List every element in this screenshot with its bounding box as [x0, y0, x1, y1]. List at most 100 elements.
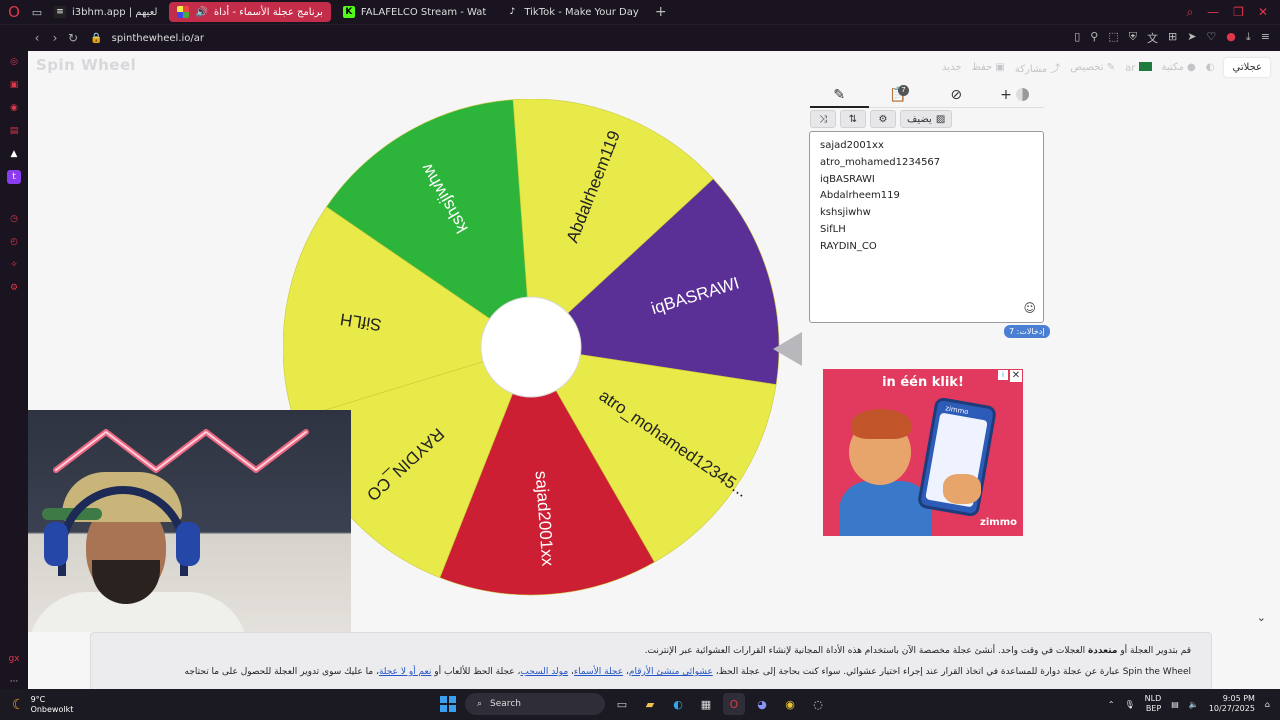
add-image-label: يضيف [907, 113, 932, 125]
more-icon[interactable]: ··· [7, 675, 21, 689]
search-tabs-icon[interactable]: ⌕ [1186, 5, 1193, 20]
tab-add-wheel[interactable]: + [986, 84, 1045, 108]
save-button[interactable]: ▣ حفظ [972, 62, 1005, 73]
yes-no-wheel-link[interactable]: نعم أو لا عجلة [379, 667, 431, 677]
tab-kick[interactable]: K FALAFELCO Stream - Wat [335, 2, 494, 22]
new-button[interactable]: جديد [942, 62, 961, 73]
site-logo[interactable]: Spin Wheel [36, 56, 136, 74]
search-label: Search [490, 699, 521, 709]
share-button[interactable]: ⤴ مشاركة [1015, 60, 1060, 75]
emoji-icon[interactable]: ☺ [1023, 300, 1036, 317]
menu-icon[interactable]: ≡ [1261, 30, 1270, 46]
player-icon[interactable]: ◷ [7, 212, 21, 226]
send-icon[interactable]: ➤ [1187, 30, 1196, 46]
tab-spinthewheel[interactable]: 🔊 برنامج عجلة الأسماء - أداة [169, 2, 331, 22]
tab-menu-icon[interactable]: ▭ [28, 6, 46, 19]
clock-date: 10/27/2025 [1208, 704, 1255, 713]
twitch-icon[interactable]: t [7, 170, 21, 184]
my-wheels-button[interactable]: عجلاتي [1224, 58, 1270, 77]
heart-icon[interactable]: ♡ [1206, 30, 1216, 46]
bag-icon[interactable]: ▣ [7, 78, 21, 92]
tab-label: TikTok - Make Your Day [524, 6, 639, 18]
microphone-icon[interactable]: 🎙 [1125, 700, 1135, 709]
download-icon[interactable]: ⤓ [1246, 30, 1251, 46]
chrome-icon[interactable]: ◉ [779, 693, 801, 715]
history-icon[interactable]: ◴ [7, 235, 21, 249]
tab-results[interactable]: 📋 7 [869, 84, 928, 108]
language-label: ar [1125, 62, 1136, 74]
network-icon[interactable]: ▤ [1171, 700, 1179, 709]
settings-button[interactable]: ⚙ [870, 110, 896, 128]
language-button[interactable]: ar [1125, 61, 1152, 74]
customize-button[interactable]: ✎ تخصيص [1070, 62, 1115, 73]
obs-icon[interactable]: ◌ [807, 693, 829, 715]
new-tab-icon[interactable]: + [651, 4, 671, 20]
aria-icon[interactable]: ◎ [7, 55, 21, 69]
ad-character-body [839, 481, 931, 536]
store-icon[interactable]: ▦ [695, 693, 717, 715]
shuffle-button[interactable]: ⤨ [810, 110, 836, 128]
spin-wheel[interactable]: iqBASRAWIatro_mohamed12345...sajad2001xx… [283, 99, 783, 599]
wheel-center-button[interactable] [480, 296, 582, 398]
url-text: spinthewheel.io/ar [111, 32, 205, 44]
reload-icon[interactable]: ↻ [64, 31, 82, 45]
search-icon: ⌕ [477, 699, 483, 709]
maximize-icon[interactable]: ❐ [1233, 5, 1244, 20]
notification-icon[interactable]: ⌂ [1265, 700, 1270, 709]
settings-icon[interactable]: ⚙ [7, 281, 21, 295]
sort-button[interactable]: ⇅ [840, 110, 866, 128]
bookmarks-icon[interactable]: ✧ [7, 258, 21, 272]
translate-icon[interactable]: 文 [1147, 30, 1158, 46]
edge-icon[interactable]: ◐ [667, 693, 689, 715]
tab-i3bhm[interactable]: ≡ i3bhm.app | لعيهم [46, 2, 165, 22]
apps-icon[interactable]: ⊞ [1168, 30, 1177, 46]
clock[interactable]: 9:05 PM 10/27/2025 [1209, 694, 1255, 714]
entries-textarea[interactable]: sajad2001xx atro_mohamed1234567 iqBASRAW… [809, 131, 1044, 323]
back-icon[interactable]: ‹ [28, 31, 46, 45]
pencil-icon: ✎ [1106, 62, 1116, 73]
snapshot-icon[interactable]: ⬚ [1108, 30, 1118, 46]
file-explorer-icon[interactable]: ▰ [639, 693, 661, 715]
theme-toggle-icon[interactable]: ◐ [1206, 62, 1215, 73]
lock-icon: 🔒 [90, 32, 103, 44]
url-field[interactable]: 🔒 spinthewheel.io/ar [90, 33, 204, 44]
tab-hide[interactable]: ⊘ [927, 84, 986, 108]
forward-icon[interactable]: › [46, 31, 64, 45]
mail-icon[interactable]: ▤ [7, 124, 21, 138]
gallery-button[interactable]: ● مكتبة [1162, 62, 1196, 73]
speaker-icon[interactable]: 🔊 [195, 7, 207, 18]
close-window-icon[interactable]: ✕ [1258, 5, 1268, 20]
tab-edit-entries[interactable]: ✎ [810, 84, 869, 108]
description-text: قم بتدوير العجلة أو [1117, 646, 1191, 656]
pencil-icon: ✎ [833, 86, 846, 103]
volume-icon[interactable]: 🔈 [1189, 700, 1199, 709]
shuffle-icon: ⤨ [819, 113, 827, 125]
tray-expand-icon[interactable]: ⌃ [1108, 700, 1115, 709]
messenger-icon[interactable]: ◉ [7, 101, 21, 115]
ad-info-icon[interactable]: i [998, 370, 1008, 380]
ad-close-icon[interactable]: ✕ [1010, 370, 1022, 382]
gx-icon[interactable]: gx [7, 652, 21, 666]
language-indicator[interactable]: NLD BEP [1145, 694, 1162, 714]
windows-start-icon[interactable] [437, 693, 459, 715]
add-image-button[interactable]: يضيف ▨ [900, 110, 953, 128]
raffle-generator-link[interactable]: مولد السحب [520, 667, 568, 677]
chevron-down-icon[interactable]: ⌄ [1257, 611, 1266, 624]
name-wheel-link[interactable]: عجلة الأسماء [574, 667, 623, 677]
shield-icon[interactable]: ⛨ [1129, 30, 1137, 46]
discord-icon[interactable]: ◕ [751, 693, 773, 715]
aria-ai-icon[interactable]: ▲ [7, 147, 21, 161]
random-number-link[interactable]: عشوائي منشئ الأرقام [629, 667, 713, 677]
minimize-icon[interactable]: — [1207, 5, 1219, 20]
opera-gx-icon[interactable]: O [723, 693, 745, 715]
weather-widget[interactable]: ☾ 9°C Onbewolkt [0, 695, 140, 715]
tab-tiktok[interactable]: ♪ TikTok - Make Your Day [498, 2, 646, 22]
wheel-pointer [773, 332, 802, 366]
pin-icon[interactable]: ⚲ [1090, 30, 1098, 46]
advertisement[interactable]: in één klik! i ✕ zimmo zimmo [823, 369, 1023, 536]
task-view-icon[interactable]: ▭ [611, 693, 633, 715]
sidebar-toggle-icon[interactable]: ▯ [1074, 30, 1080, 46]
opera-logo-icon[interactable]: O [0, 0, 28, 24]
profile-icon[interactable]: ● [1226, 30, 1236, 46]
taskbar-search[interactable]: ⌕ Search [465, 693, 605, 715]
